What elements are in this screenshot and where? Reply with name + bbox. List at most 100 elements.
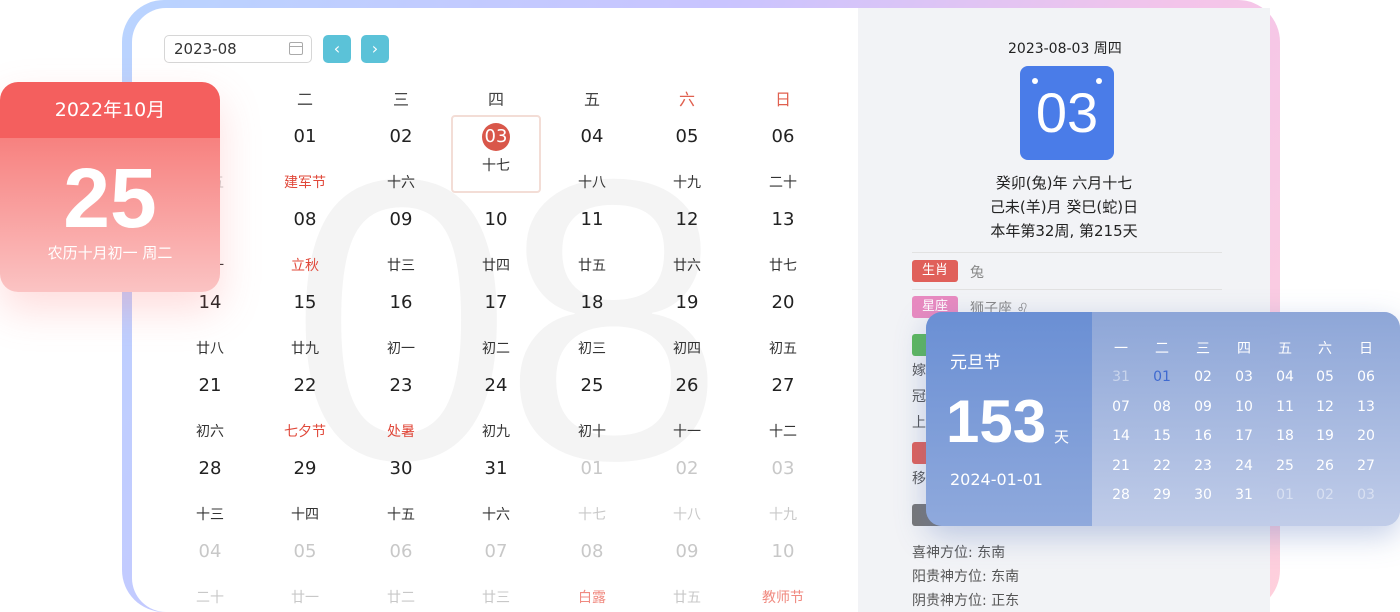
day-cell[interactable]: 04 十八 [547,115,637,193]
day-cell[interactable]: 21 初六 [165,364,255,442]
day-cell[interactable]: 03 十九 [738,447,828,525]
mini-day[interactable]: 27 [1351,458,1381,474]
mini-day[interactable]: 01 [1147,369,1177,385]
mini-day[interactable]: 04 [1270,369,1300,385]
lunar-day: 廿三 [482,590,510,606]
mini-day[interactable]: 12 [1310,399,1340,415]
day-cell[interactable]: 05 廿一 [260,530,350,608]
mini-day[interactable]: 31 [1229,487,1259,503]
mini-day[interactable]: 02 [1310,487,1340,503]
day-cell[interactable]: 04 二十 [165,530,255,608]
day-cell[interactable]: 29 十四 [260,447,350,525]
mini-day[interactable]: 17 [1229,428,1259,444]
day-cell[interactable]: 07 廿三 [451,530,541,608]
mini-day[interactable]: 08 [1147,399,1177,415]
day-cell[interactable]: 01 建军节 [260,115,350,193]
countdown-days: 153 [946,388,1047,455]
mini-day[interactable]: 21 [1106,458,1136,474]
direction-xishen: 喜神方位: 东南 [912,545,1006,561]
day-cell[interactable]: 26 十一 [642,364,732,442]
day-cell[interactable]: 10 教师节 [738,530,828,608]
day-cell[interactable]: 05 十九 [642,115,732,193]
holiday-countdown-card: 元旦节 153 天 2024-01-01 一 二 三 四 五 六 日 31 01 02 03 04 05… [926,312,1400,526]
day-number: 26 [675,375,699,396]
mini-day[interactable]: 30 [1188,487,1218,503]
mini-weekday-label: 日 [1359,341,1373,357]
day-cell[interactable]: 08 立秋 [260,198,350,276]
day-cell-selected[interactable]: 03 十七 [451,115,541,193]
day-cell[interactable]: 25 初十 [547,364,637,442]
mini-day[interactable]: 25 [1270,458,1300,474]
weekday-label: 二 [296,90,313,109]
mini-day[interactable]: 02 [1188,369,1218,385]
mini-day[interactable]: 29 [1147,487,1177,503]
mini-day[interactable]: 14 [1106,428,1136,444]
mini-day[interactable]: 03 [1351,487,1381,503]
mini-day[interactable]: 03 [1229,369,1259,385]
mini-day[interactable]: 20 [1351,428,1381,444]
mini-day[interactable]: 11 [1270,399,1300,415]
mini-day[interactable]: 13 [1351,399,1381,415]
day-cell[interactable]: 08 白露 [547,530,637,608]
day-number: 11 [580,209,604,230]
mini-day[interactable]: 24 [1229,458,1259,474]
day-cell[interactable]: 28 十三 [165,447,255,525]
day-cell[interactable]: 06 二十 [738,115,828,193]
day-cell[interactable]: 16 初一 [356,281,446,359]
divider [912,252,1222,253]
day-cell[interactable]: 02 十六 [356,115,446,193]
prev-month-button[interactable]: ‹ [323,35,351,63]
day-cell[interactable]: 30 十五 [356,447,446,525]
festival-label: 建军节 [284,175,326,191]
month-picker-input[interactable]: 2023-08 [164,35,312,63]
mini-day[interactable]: 06 [1351,369,1381,385]
next-month-button[interactable]: › [361,35,389,63]
mini-day[interactable]: 01 [1270,487,1300,503]
big-day-calendar-icon: 03 [1020,66,1114,160]
lunar-day: 廿二 [387,590,415,606]
lunar-day: 廿四 [482,258,510,274]
day-cell[interactable]: 11 廿五 [547,198,637,276]
lunar-day: 廿六 [673,258,701,274]
lunar-day: 十六 [482,507,510,523]
day-number: 14 [198,292,222,313]
day-cell[interactable]: 19 初四 [642,281,732,359]
day-cell[interactable]: 06 廿二 [356,530,446,608]
day-cell[interactable]: 22 七夕节 [260,364,350,442]
day-cell[interactable]: 14 廿八 [165,281,255,359]
day-number: 10 [484,209,508,230]
festival-label: 七夕节 [284,424,326,440]
mini-day[interactable]: 19 [1310,428,1340,444]
day-cell[interactable]: 12 廿六 [642,198,732,276]
day-cell[interactable]: 17 初二 [451,281,541,359]
lunar-day: 十九 [769,507,797,523]
mini-day[interactable]: 23 [1188,458,1218,474]
day-cell[interactable]: 24 初九 [451,364,541,442]
big-day-number: 03 [1035,81,1099,144]
day-cell[interactable]: 01 十七 [547,447,637,525]
mini-day[interactable]: 22 [1147,458,1177,474]
day-cell[interactable]: 18 初三 [547,281,637,359]
calendar-icon[interactable] [289,42,303,55]
mini-day[interactable]: 16 [1188,428,1218,444]
mini-day[interactable]: 26 [1310,458,1340,474]
mini-day[interactable]: 28 [1106,487,1136,503]
day-number: 29 [293,458,317,479]
day-cell[interactable]: 09 廿五 [642,530,732,608]
mini-day[interactable]: 18 [1270,428,1300,444]
day-cell[interactable]: 10 廿四 [451,198,541,276]
mini-day[interactable]: 31 [1106,369,1136,385]
day-cell[interactable]: 23 处暑 [356,364,446,442]
day-cell[interactable]: 13 廿七 [738,198,828,276]
day-cell[interactable]: 31 十六 [451,447,541,525]
mini-day[interactable]: 09 [1188,399,1218,415]
day-cell[interactable]: 15 廿九 [260,281,350,359]
day-cell[interactable]: 20 初五 [738,281,828,359]
mini-day[interactable]: 15 [1147,428,1177,444]
day-cell[interactable]: 02 十八 [642,447,732,525]
mini-day[interactable]: 05 [1310,369,1340,385]
mini-day[interactable]: 10 [1229,399,1259,415]
mini-day[interactable]: 07 [1106,399,1136,415]
day-cell[interactable]: 27 十二 [738,364,828,442]
day-cell[interactable]: 09 廿三 [356,198,446,276]
